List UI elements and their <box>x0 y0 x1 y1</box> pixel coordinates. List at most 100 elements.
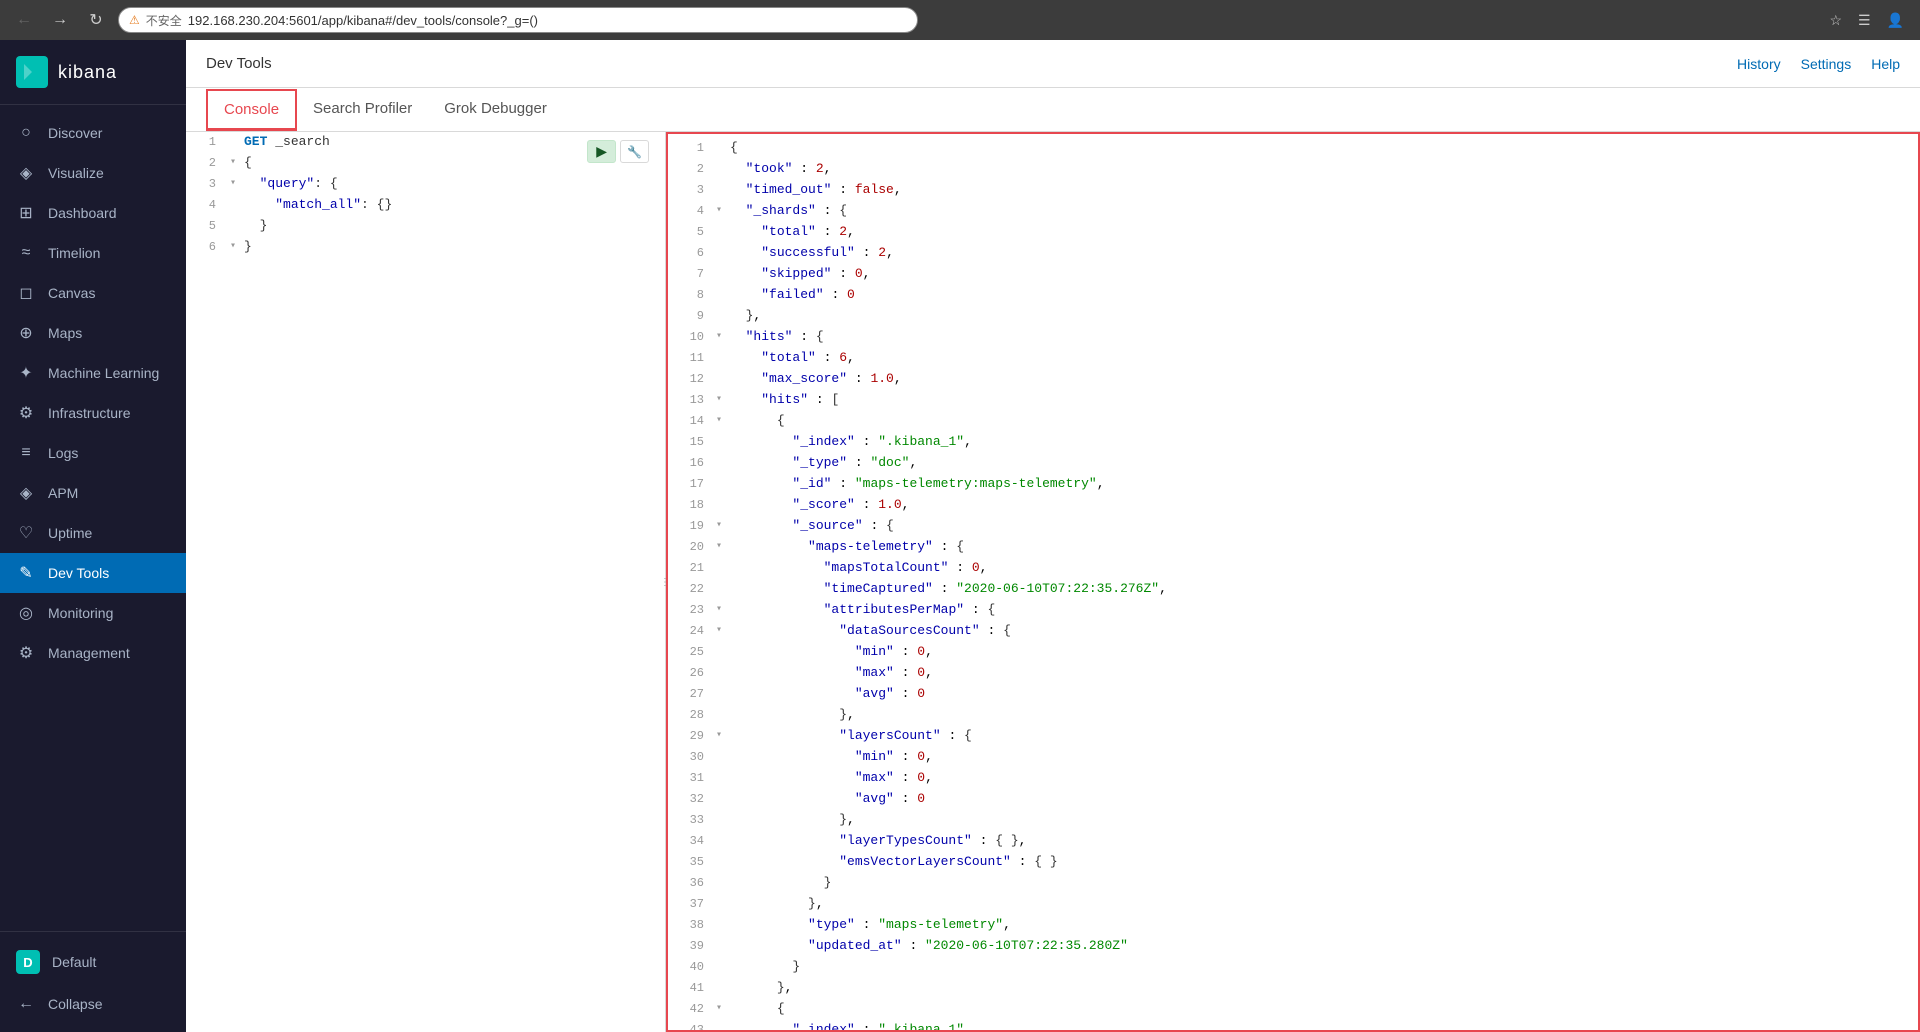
response-line: 15 "_index" : ".kibana_1", <box>668 432 1918 453</box>
resize-handle[interactable]: ⋮ <box>661 132 669 1032</box>
resp-fold-gutter[interactable]: ▾ <box>712 600 726 618</box>
extensions-button[interactable]: ☰ <box>1852 8 1877 33</box>
resp-fold-gutter[interactable]: ▾ <box>712 411 726 429</box>
resp-content: }, <box>726 306 1918 327</box>
resp-content: "timeCaptured" : "2020-06-10T07:22:35.27… <box>726 579 1918 600</box>
sidebar-item-uptime[interactable]: ♡ Uptime <box>0 513 186 553</box>
resp-fold-gutter[interactable] <box>712 663 726 665</box>
settings-link[interactable]: Settings <box>1801 56 1852 72</box>
fold-gutter[interactable]: ▾ <box>226 153 240 171</box>
resp-fold-gutter[interactable] <box>712 831 726 833</box>
response-line: 2 "took" : 2, <box>668 159 1918 180</box>
sidebar-footer: D Default ← Collapse <box>0 931 186 1032</box>
resp-fold-gutter[interactable]: ▾ <box>712 621 726 639</box>
resp-fold-gutter[interactable] <box>712 180 726 182</box>
response-line: 38 "type" : "maps-telemetry", <box>668 915 1918 936</box>
play-button[interactable]: ▶ <box>587 140 616 163</box>
sidebar-footer-default[interactable]: D Default <box>0 940 186 984</box>
resp-fold-gutter[interactable] <box>712 306 726 308</box>
response-line: 40 } <box>668 957 1918 978</box>
resp-fold-gutter[interactable]: ▾ <box>712 516 726 534</box>
resp-fold-gutter[interactable] <box>712 873 726 875</box>
resp-fold-gutter[interactable] <box>712 432 726 434</box>
response-code[interactable]: 1 { 2 "took" : 2, 3 "timed_out" : false,… <box>668 134 1918 1030</box>
resp-fold-gutter[interactable] <box>712 789 726 791</box>
security-icon: ⚠ <box>129 13 140 27</box>
resp-fold-gutter[interactable] <box>712 810 726 812</box>
sidebar-item-discover[interactable]: ○ Discover <box>0 113 186 153</box>
resp-fold-gutter[interactable] <box>712 159 726 161</box>
resp-fold-gutter[interactable] <box>712 747 726 749</box>
sidebar-item-apm[interactable]: ◈ APM <box>0 473 186 513</box>
resp-fold-gutter[interactable] <box>712 684 726 686</box>
sidebar-item-infrastructure[interactable]: ⚙ Infrastructure <box>0 393 186 433</box>
wrench-button[interactable]: 🔧 <box>620 140 649 163</box>
fold-gutter[interactable]: ▾ <box>226 174 240 192</box>
fold-gutter[interactable] <box>226 216 240 218</box>
resp-fold-gutter[interactable] <box>712 579 726 581</box>
sidebar-item-visualize[interactable]: ◈ Visualize <box>0 153 186 193</box>
resp-fold-gutter[interactable] <box>712 1020 726 1022</box>
resp-fold-gutter[interactable] <box>712 243 726 245</box>
sidebar-item-monitoring[interactable]: ◎ Monitoring <box>0 593 186 633</box>
reload-button[interactable]: ↻ <box>82 6 110 34</box>
forward-button[interactable]: → <box>46 6 74 34</box>
profile-button[interactable]: 👤 <box>1881 8 1910 33</box>
sidebar-item-logs[interactable]: ≡ Logs <box>0 433 186 473</box>
resp-fold-gutter[interactable] <box>712 642 726 644</box>
resp-fold-gutter[interactable] <box>712 285 726 287</box>
resp-fold-gutter[interactable] <box>712 852 726 854</box>
resp-fold-gutter[interactable] <box>712 369 726 371</box>
resp-content: "_source" : { <box>726 516 1918 537</box>
resp-fold-gutter[interactable] <box>712 264 726 266</box>
resp-fold-gutter[interactable] <box>712 957 726 959</box>
bookmark-button[interactable]: ☆ <box>1823 8 1848 33</box>
sidebar-item-maps[interactable]: ⊕ Maps <box>0 313 186 353</box>
resp-fold-gutter[interactable]: ▾ <box>712 999 726 1017</box>
resp-line-number: 19 <box>668 516 712 536</box>
tab-console[interactable]: Console <box>206 89 297 131</box>
history-link[interactable]: History <box>1737 56 1781 72</box>
sidebar-footer-collapse[interactable]: ← Collapse <box>0 984 186 1024</box>
response-line: 33 }, <box>668 810 1918 831</box>
resp-line-number: 21 <box>668 558 712 578</box>
resp-fold-gutter[interactable] <box>712 894 726 896</box>
sidebar-item-canvas[interactable]: ◻ Canvas <box>0 273 186 313</box>
kibana-logo-text: kibana <box>58 62 117 83</box>
resp-fold-gutter[interactable] <box>712 915 726 917</box>
sidebar-item-dashboard[interactable]: ⊞ Dashboard <box>0 193 186 233</box>
resp-fold-gutter[interactable] <box>712 495 726 497</box>
resp-content: "_id" : "maps-telemetry:maps-telemetry", <box>726 474 1918 495</box>
sidebar-item-management[interactable]: ⚙ Management <box>0 633 186 673</box>
resp-fold-gutter[interactable]: ▾ <box>712 327 726 345</box>
fold-gutter[interactable] <box>226 195 240 197</box>
resp-fold-gutter[interactable] <box>712 222 726 224</box>
resp-fold-gutter[interactable] <box>712 768 726 770</box>
fold-gutter[interactable] <box>226 132 240 134</box>
resp-fold-gutter[interactable] <box>712 348 726 350</box>
back-button[interactable]: ← <box>10 6 38 34</box>
resp-fold-gutter[interactable]: ▾ <box>712 201 726 219</box>
resp-fold-gutter[interactable] <box>712 474 726 476</box>
resp-fold-gutter[interactable] <box>712 558 726 560</box>
code-editor[interactable]: 1 GET _search 2 ▾ { 3 ▾ "query": { 4 "ma… <box>186 132 665 1032</box>
tab-search-profiler[interactable]: Search Profiler <box>297 88 428 132</box>
resp-fold-gutter[interactable]: ▾ <box>712 726 726 744</box>
sidebar-item-ml[interactable]: ✦ Machine Learning <box>0 353 186 393</box>
resp-fold-gutter[interactable] <box>712 453 726 455</box>
tab-grok-debugger[interactable]: Grok Debugger <box>428 88 563 132</box>
sidebar-item-devtools[interactable]: ✎ Dev Tools <box>0 553 186 593</box>
resp-fold-gutter[interactable] <box>712 978 726 980</box>
resp-fold-gutter[interactable]: ▾ <box>712 537 726 555</box>
response-line: 26 "max" : 0, <box>668 663 1918 684</box>
fold-gutter[interactable]: ▾ <box>226 237 240 255</box>
address-bar[interactable]: ⚠ 不安全 192.168.230.204:5601/app/kibana#/d… <box>118 7 918 33</box>
resp-fold-gutter[interactable] <box>712 705 726 707</box>
resp-line-number: 17 <box>668 474 712 494</box>
kibana-logo[interactable]: kibana <box>0 40 186 105</box>
resp-fold-gutter[interactable] <box>712 936 726 938</box>
resp-fold-gutter[interactable]: ▾ <box>712 390 726 408</box>
sidebar-item-timelion[interactable]: ≈ Timelion <box>0 233 186 273</box>
resp-fold-gutter[interactable] <box>712 138 726 140</box>
help-link[interactable]: Help <box>1871 56 1900 72</box>
